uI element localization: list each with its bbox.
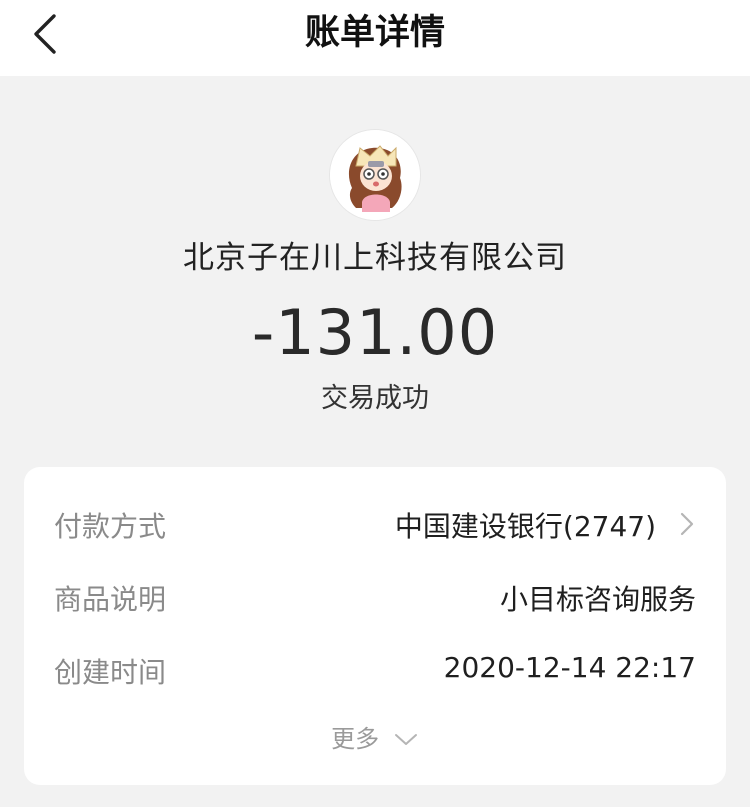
details-card: 付款方式 中国建设银行(2747) 商品说明 小目标咨询服务 创建时间 2020…: [24, 467, 726, 785]
product-description-value: 小目标咨询服务: [499, 583, 696, 616]
transaction-amount: -131.00: [251, 296, 499, 369]
created-time-row: 创建时间 2020-12-14 22:17: [24, 643, 726, 693]
created-time-value: 2020-12-14 22:17: [443, 651, 696, 684]
top-bar: 账单详情: [0, 0, 750, 76]
more-label: 更多: [331, 725, 380, 753]
product-description-label: 商品说明: [54, 583, 167, 616]
merchant-avatar: [330, 130, 420, 220]
payment-method-label: 付款方式: [54, 510, 167, 543]
more-button[interactable]: 更多: [24, 719, 726, 754]
chevron-right-icon: [680, 512, 694, 536]
payment-method-row[interactable]: 付款方式 中国建设银行(2747): [24, 497, 726, 547]
transaction-status: 交易成功: [321, 383, 429, 414]
created-time-label: 创建时间: [54, 656, 167, 689]
product-description-row: 商品说明 小目标咨询服务: [24, 570, 726, 620]
payment-method-value: 中国建设银行(2747): [394, 510, 656, 543]
cartoon-girl-avatar-icon: [330, 130, 420, 220]
page-title: 账单详情: [304, 13, 445, 53]
merchant-name: 北京子在川上科技有限公司: [183, 240, 567, 276]
chevron-down-icon: [394, 734, 417, 745]
